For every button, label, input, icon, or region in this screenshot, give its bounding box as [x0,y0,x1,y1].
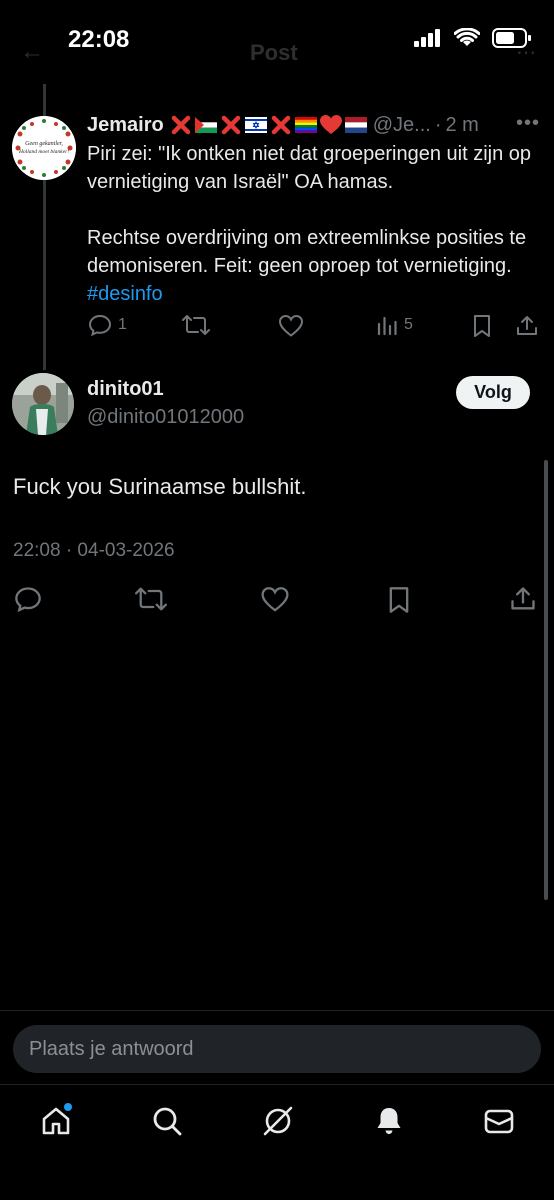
bookmark-icon [389,587,409,613]
palestine-flag-icon [194,117,217,133]
reply-input[interactable] [13,1025,541,1073]
reply-action[interactable]: 1 [88,314,127,336]
israel-flag-icon [244,117,267,133]
nav-home[interactable] [36,1101,76,1141]
name-emoji-strip [170,114,367,136]
heart-icon [261,587,289,612]
avatar-image [12,373,74,435]
main-tweet-timestamp: 22:08 · 04-03-2026 [13,540,175,561]
notifications-icon [377,1108,401,1134]
more-options-icon[interactable]: ⋯ [516,40,536,65]
main-display-name[interactable]: dinito01 [87,378,164,401]
nav-notifications[interactable] [369,1101,409,1141]
heart-icon [278,314,304,337]
parent-tweet-text: Piri zei: "Ik ontken niet dat groepering… [87,140,537,308]
parent-display-name[interactable]: Jemairo [87,114,164,137]
reply-action[interactable] [14,586,42,612]
bookmark-icon [474,315,490,337]
bookmark-action[interactable] [386,586,412,614]
bookmark-action[interactable] [471,314,493,338]
parent-text-paragraph-2: Rechtse overdrijving om extreemlinkse po… [87,227,527,277]
views-chart-icon [377,316,397,336]
scrollbar[interactable] [544,460,548,900]
header-separator: · [434,113,442,136]
cross-mark-icon [171,115,190,135]
retweet-action[interactable] [135,586,167,612]
page-title: Post [250,40,298,65]
share-icon [517,316,537,335]
cross-mark-icon [271,115,290,135]
more-options-icon[interactable]: ••• [516,112,540,135]
follow-button[interactable]: Volg [456,376,530,409]
grok-icon [263,1106,293,1136]
search-icon [153,1107,182,1136]
cross-mark-icon [221,115,240,135]
parent-avatar[interactable]: Geen gekantler, Holland moet blanker! [12,116,76,180]
reply-icon [88,314,112,336]
parent-time-ago: 2 m [445,113,479,136]
red-heart-icon [319,115,342,134]
share-action[interactable] [515,314,539,338]
rainbow-flag-icon [294,117,317,133]
views-action[interactable]: 5 [376,314,413,336]
retweet-action[interactable] [182,314,210,336]
nav-messages[interactable] [479,1101,519,1141]
post-header: ← Post ⋯ [0,38,554,68]
like-action[interactable] [278,314,304,338]
avatar-text-line2: Holland moet blanker! [18,149,69,155]
avatar-image: Geen gekantler, Holland moet blanker! [12,116,76,180]
netherlands-flag-icon [344,117,367,133]
share-icon [511,587,535,610]
parent-handle[interactable]: @Je... [373,114,431,137]
retweet-icon [135,587,167,611]
hashtag-link[interactable]: #desinfo [87,283,163,305]
nav-grok[interactable] [258,1101,298,1141]
reply-composer [0,1010,554,1084]
main-handle[interactable]: @dinito01012000 [87,406,244,429]
unread-dot [64,1103,72,1111]
main-avatar[interactable] [12,373,74,435]
reply-icon [15,587,41,612]
like-action[interactable] [260,586,290,613]
bottom-nav [0,1084,554,1200]
back-arrow-icon[interactable]: ← [20,38,44,66]
avatar-text-line1: Geen gekantler, [25,141,63,147]
view-count: 5 [404,316,413,333]
main-tweet-text: Fuck you Surinaamse bullshit. [13,474,307,499]
share-action[interactable] [509,585,537,613]
retweet-icon [182,315,210,335]
messages-icon [484,1109,514,1134]
nav-search[interactable] [147,1101,187,1141]
parent-tweet-header: Jemairo @Je... · 2 m [87,112,479,138]
parent-text-paragraph-1: Piri zei: "Ik ontken niet dat groepering… [87,143,532,193]
reply-count: 1 [118,316,127,333]
